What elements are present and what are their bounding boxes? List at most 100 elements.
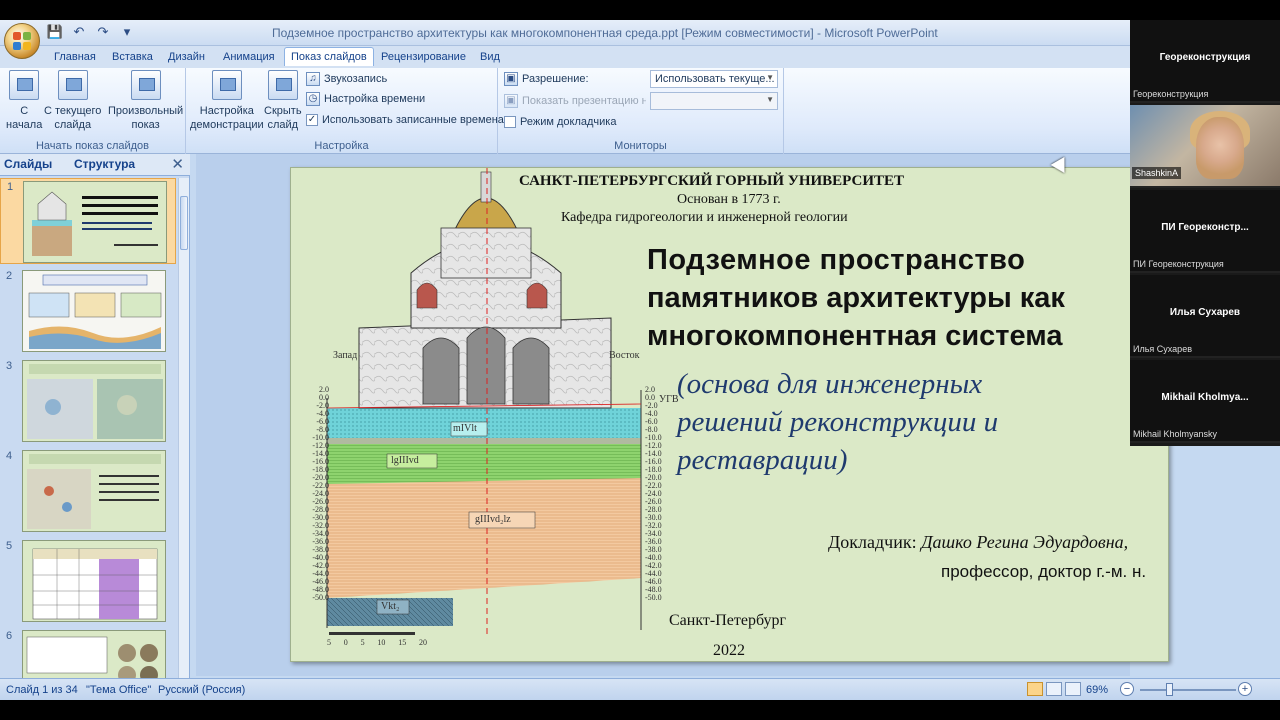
slide-rank: профессор, доктор г.-м. н. <box>941 562 1147 581</box>
ribbon-tabs: Главная Вставка Дизайн Анимация Показ сл… <box>0 46 1130 68</box>
scale-tick-label: 5 <box>327 638 331 647</box>
customize-qat-icon[interactable]: ▾ <box>118 23 136 41</box>
layer-label-1: mIVlt <box>453 423 477 434</box>
tab-review[interactable]: Рецензирование <box>381 51 466 63</box>
slide-thumbnail-5[interactable]: 5 <box>0 538 176 624</box>
monitor-icon: ▣ <box>504 94 518 108</box>
rehearse-timings-button[interactable]: ◷ Настройка времени <box>306 92 425 106</box>
slide-title-line-2: памятников архитектуры как <box>647 282 1065 314</box>
status-theme[interactable]: "Тема Office" <box>86 684 151 696</box>
show-on-dropdown: ▼ <box>650 92 778 110</box>
slide-thumbnail-3[interactable]: 3 <box>0 358 176 444</box>
thumbnail-image <box>22 360 166 442</box>
participant-tile-5[interactable]: Mikhail Kholmya... Mikhail Kholmyansky <box>1130 360 1280 443</box>
slide-thumbnail-1[interactable]: 1 <box>0 178 176 264</box>
participant-face <box>1196 117 1244 179</box>
thumbnail-image <box>22 450 166 532</box>
resolution-dropdown[interactable]: Использовать текуще... ▼ <box>650 70 778 88</box>
save-icon[interactable]: 💾 <box>46 23 64 41</box>
group-setup: Настройка демонстрации Скрыть слайд ♫ Зв… <box>186 68 504 154</box>
group-start-slide-show: С начала С текущего слайда Произвольный … <box>0 68 186 154</box>
thumbnail-image <box>22 270 166 352</box>
record-narration-button[interactable]: ♫ Звукозапись <box>306 72 387 86</box>
tab-insert[interactable]: Вставка <box>112 51 153 63</box>
setup-show-icon <box>211 70 242 100</box>
video-participants-panel: Георeконструкция Георeконструкция Shashk… <box>1130 20 1280 446</box>
slide-subtitle-line-1: (основа для инженерных <box>677 368 983 400</box>
projector-icon <box>9 70 40 100</box>
zoom-out-icon[interactable]: − <box>1120 682 1134 696</box>
slide-city: Санкт-Петербург <box>669 612 787 629</box>
participant-tile-2-camera[interactable]: ShashkinA <box>1130 105 1280 188</box>
checkbox-unchecked-icon <box>504 116 516 128</box>
status-language[interactable]: Русский (Россия) <box>158 684 245 696</box>
participant-tile-1[interactable]: Георeконструкция Георeконструкция <box>1130 20 1280 103</box>
from-beginning-button[interactable]: С начала <box>6 70 42 132</box>
scale-tick-label: 10 <box>377 638 386 647</box>
setup-show-button[interactable]: Настройка демонстрации <box>190 70 264 132</box>
thumbnail-scrollbar[interactable] <box>178 178 189 696</box>
diagram-west-label: Запад <box>333 350 358 361</box>
zoom-level[interactable]: 69% <box>1086 684 1108 696</box>
participant-tile-3[interactable]: ПИ Георeконстр... ПИ Георeконструкция <box>1130 190 1280 273</box>
title-bar: 💾 ↶ ↷ ▾ Подземное пространство архитекту… <box>0 20 1130 46</box>
scale-tick-label: 15 <box>398 638 407 647</box>
current-slide[interactable]: САНКТ-ПЕТЕРБУРГСКИЙ ГОРНЫЙ УНИВЕРСИТЕТ О… <box>290 167 1169 662</box>
tab-animation[interactable]: Анимация <box>223 51 275 63</box>
show-on-label: ▣ Показать презентацию на: <box>504 94 646 108</box>
layer-label-2: lgIIIvd <box>391 455 419 466</box>
undo-icon[interactable]: ↶ <box>70 23 88 41</box>
presenter-view-checkbox[interactable]: Режим докладчика <box>504 116 616 128</box>
slide-title-line-1: Подземное пространство <box>647 244 1026 276</box>
tab-outline[interactable]: Структура <box>74 157 135 171</box>
monitor-icon: ▣ <box>504 72 518 86</box>
normal-view-icon[interactable] <box>1027 682 1043 696</box>
slide-thumbnail-2[interactable]: 2 <box>0 268 176 354</box>
office-button[interactable] <box>4 23 40 59</box>
slide-founded: Основан в 1773 г. <box>677 192 781 207</box>
ribbon: С начала С текущего слайда Произвольный … <box>0 68 1130 154</box>
scrollbar-thumb[interactable] <box>180 196 188 250</box>
tab-slide-show[interactable]: Показ слайдов <box>284 47 374 66</box>
redo-icon[interactable]: ↷ <box>94 23 112 41</box>
quick-access-toolbar: 💾 ↶ ↷ ▾ <box>46 23 136 41</box>
slide-sorter-icon[interactable] <box>1046 682 1062 696</box>
slide-year: 2022 <box>713 642 745 659</box>
zoom-in-icon[interactable]: + <box>1238 682 1252 696</box>
bottom-black-bar <box>0 700 1280 720</box>
microphone-icon: ♫ <box>306 72 320 86</box>
scale-tick-label: 5 <box>360 638 365 647</box>
projector-icon <box>57 70 88 100</box>
scale-tick-label: 0 <box>343 638 348 647</box>
slide-subtitle-line-3: реставрации) <box>677 444 848 476</box>
close-icon[interactable]: ✕ <box>171 155 184 173</box>
powerpoint-window: 💾 ↶ ↷ ▾ Подземное пространство архитекту… <box>0 20 1280 700</box>
tab-design[interactable]: Дизайн <box>168 51 205 63</box>
chevron-down-icon: ▼ <box>766 95 774 104</box>
tab-slides[interactable]: Слайды <box>4 157 52 171</box>
group-label-setup: Настройка <box>314 140 369 152</box>
depth-scale-left: 2.0 0.0 -2.0 -4.0 -6.0 -8.0 -10.0 -12.0 -14.0 -16… <box>305 386 329 602</box>
group-label-monitors: Мониторы <box>614 140 667 152</box>
depth-tick-label: -50.0 <box>645 593 662 602</box>
horizontal-scale: 5 0 5 10 15 20 <box>327 638 427 647</box>
participant-tile-4[interactable]: Илья Сухарев Илья Сухарев <box>1130 275 1280 358</box>
layer-label-4: Vkt₂ <box>381 601 400 612</box>
custom-show-button[interactable]: Произвольный показ <box>108 70 183 132</box>
zoom-slider[interactable] <box>1140 689 1236 691</box>
geological-section-diagram <box>326 168 642 638</box>
use-timings-checkbox[interactable]: ✓ Использовать записанные времена <box>306 114 504 126</box>
tab-view[interactable]: Вид <box>480 51 500 63</box>
status-bar: Слайд 1 из 34 "Тема Office" Русский (Рос… <box>0 678 1280 700</box>
hide-slide-button[interactable]: Скрыть слайд <box>264 70 302 132</box>
slide-show-view-icon[interactable] <box>1065 682 1081 696</box>
resolution-label: ▣ Разрешение: <box>504 72 589 86</box>
tab-home[interactable]: Главная <box>54 51 96 63</box>
custom-show-icon <box>130 70 161 100</box>
pane-tabs: Слайды Структура ✕ <box>0 154 190 176</box>
status-slide-info: Слайд 1 из 34 <box>6 684 78 696</box>
slide-thumbnail-4[interactable]: 4 <box>0 448 176 534</box>
from-current-slide-button[interactable]: С текущего слайда <box>44 70 101 132</box>
zoom-slider-knob[interactable] <box>1166 683 1173 696</box>
depth-tick-label: -50.0 <box>312 593 329 602</box>
